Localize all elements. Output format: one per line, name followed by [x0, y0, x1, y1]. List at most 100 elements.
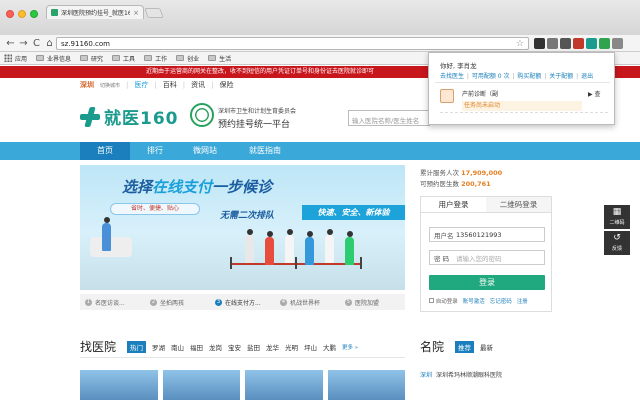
bookmark-apps[interactable]: 应用 [4, 54, 27, 63]
glasses-extension-icon[interactable] [534, 38, 545, 49]
forward-button[interactable]: → [17, 35, 30, 52]
hospital-thumbnail[interactable] [245, 370, 323, 400]
area-hot[interactable]: 热门 [127, 341, 146, 353]
home-button[interactable]: ⌂ [43, 35, 56, 52]
feedback-tool[interactable]: ↺ 反馈 [604, 231, 630, 255]
new-tab-button[interactable] [144, 8, 164, 18]
browser-tab[interactable]: 深圳医院预约挂号_就医160 × [46, 5, 144, 19]
bookmark-folder[interactable]: 业界信息 [36, 54, 71, 63]
bookmark-folder[interactable]: 工具 [112, 54, 135, 63]
site-logo[interactable]: 就医160 [80, 104, 179, 129]
browser-titlebar: 深圳医院预约挂号_就医160 × [0, 0, 640, 35]
maximize-window-button[interactable] [30, 10, 38, 18]
find-doctor-link[interactable]: 去找医生 [440, 73, 464, 80]
bookmark-folder[interactable]: 工作 [144, 54, 167, 63]
bookmark-folder[interactable]: 研究 [80, 54, 103, 63]
menu-icon[interactable] [612, 38, 623, 49]
area-item[interactable]: 大鹏 [323, 342, 336, 352]
topnav-item-insurance[interactable]: 保险 [219, 80, 233, 90]
nav-item-microsite[interactable]: 微网站 [180, 142, 230, 160]
qr-code-tool[interactable]: ▦ 二维码 [604, 205, 630, 229]
url-text[interactable]: sz.91160.com [61, 40, 516, 48]
switch-city-link[interactable]: 切换城市 [100, 82, 120, 89]
area-item[interactable]: 坪山 [304, 342, 317, 352]
banner-step-active[interactable]: 3 在线支付方... [210, 298, 275, 307]
account-value[interactable]: 13560121993 [456, 231, 502, 239]
person-head-illustration [247, 229, 253, 235]
folder-icon [144, 55, 153, 61]
reload-button[interactable]: C [30, 35, 43, 52]
area-item[interactable]: 罗湖 [152, 342, 165, 352]
extension-popup: 你好, 李肖龙 去找医生 | 可用配额 0 次 | 购买配额 | 关于配额 | … [428, 52, 615, 125]
tab-recommended[interactable]: 推荐 [455, 341, 474, 353]
tools-extension-icon[interactable] [547, 38, 558, 49]
folder-icon [112, 55, 121, 61]
auto-login-checkbox[interactable]: 自动登录 [429, 297, 458, 305]
area-item[interactable]: 龙岗 [209, 342, 222, 352]
famous-hospital-item[interactable]: 深圳 深圳希玛林顺潮眼科医院 [420, 370, 502, 379]
hospital-search-input[interactable]: 输入医院名称/医生姓名 [348, 110, 430, 126]
area-item[interactable]: 南山 [171, 342, 184, 352]
password-field[interactable]: 密 码 请输入您的密码 [429, 250, 545, 265]
tab-latest[interactable]: 最新 [480, 342, 493, 352]
person-head-illustration [327, 229, 333, 235]
person-head-illustration [287, 229, 293, 235]
section-divider [80, 357, 405, 358]
buy-quota-link[interactable]: 购买配额 [517, 73, 541, 80]
area-item[interactable]: 光明 [285, 342, 298, 352]
account-field[interactable]: 用户名 13560121993 [429, 227, 545, 242]
area-item[interactable]: 龙华 [266, 342, 279, 352]
banner-step[interactable]: 5 医院加盟 [340, 298, 405, 307]
quota-link[interactable]: 可用配额 0 次 [472, 73, 510, 80]
back-button[interactable]: ← [4, 35, 17, 52]
tab-user-login[interactable]: 用户登录 [421, 197, 486, 212]
nav-item-home[interactable]: 首页 [80, 142, 130, 160]
jiuyi-extension-icon[interactable] [586, 38, 597, 49]
gov-caption: 深圳市卫生和计划生育委员会 预约挂号统一平台 [218, 106, 296, 130]
bookmark-folder[interactable]: 创业 [176, 54, 199, 63]
logout-link[interactable]: 退出 [581, 73, 593, 80]
area-item[interactable]: 盐田 [247, 342, 260, 352]
divider: | [182, 81, 186, 89]
more-areas-link[interactable]: 更多 » [342, 343, 358, 351]
topnav-item-medical[interactable]: 医疗 [134, 80, 148, 90]
hospital-thumbnail[interactable] [80, 370, 158, 400]
register-link[interactable]: 注册 [517, 297, 528, 305]
activate-account-link[interactable]: 账号激活 [463, 297, 485, 305]
address-bar[interactable]: sz.91160.com ☆ [56, 37, 529, 50]
about-quota-link[interactable]: 关于配额 [549, 73, 573, 80]
bookmark-star-icon[interactable]: ☆ [516, 39, 524, 49]
hospital-thumbnail[interactable] [162, 370, 240, 400]
tab-title: 深圳医院预约挂号_就医160 [61, 10, 131, 17]
banner-steps: 1 名医访谈... 2 坐拍两孩 3 在线支付方... 4 机战世界杯 5 医院加盟 [80, 294, 405, 310]
green-extension-icon[interactable] [599, 38, 610, 49]
forgot-password-link[interactable]: 忘记密码 [490, 297, 512, 305]
password-placeholder[interactable]: 请输入您的密码 [456, 253, 502, 263]
task-name: 产前诊断（副 [462, 91, 499, 98]
qr-extension-icon[interactable] [560, 38, 571, 49]
area-item[interactable]: 宝安 [228, 342, 241, 352]
served-label: 累计服务人次 [420, 169, 459, 177]
nav-item-guide[interactable]: 就医指南 [230, 142, 300, 160]
tab-close-icon[interactable]: × [133, 9, 139, 17]
person-illustration [325, 235, 334, 263]
banner-step[interactable]: 1 名医访谈... [80, 298, 145, 307]
view-task-button[interactable]: ▶ 查 [588, 89, 601, 98]
doctors-label: 可预约医生数 [420, 180, 459, 188]
area-item[interactable]: 福田 [190, 342, 203, 352]
login-button[interactable]: 登录 [429, 275, 545, 290]
site-top-nav: 深圳 切换城市 | 医疗 | 百科 | 资讯 | 保险 [80, 80, 233, 90]
promo-banner[interactable]: 选择在线支付一步候诊 省时、便捷、贴心 无需二次排队 快速、安全、新体验 [80, 165, 405, 290]
hospital-thumbnail[interactable] [327, 370, 405, 400]
minimize-window-button[interactable] [18, 10, 26, 18]
topnav-item-news[interactable]: 资讯 [191, 80, 205, 90]
close-window-button[interactable] [6, 10, 14, 18]
red-extension-icon[interactable] [573, 38, 584, 49]
banner-step[interactable]: 2 坐拍两孩 [145, 298, 210, 307]
tab-qr-login[interactable]: 二维码登录 [486, 197, 551, 212]
bookmark-folder[interactable]: 生活 [208, 54, 231, 63]
task-item[interactable]: 产前诊断（副 ▶ 查 任务尚未启动 [440, 87, 608, 113]
banner-step[interactable]: 4 机战世界杯 [275, 298, 340, 307]
topnav-item-wiki[interactable]: 百科 [163, 80, 177, 90]
nav-item-ranking[interactable]: 排行 [130, 142, 180, 160]
